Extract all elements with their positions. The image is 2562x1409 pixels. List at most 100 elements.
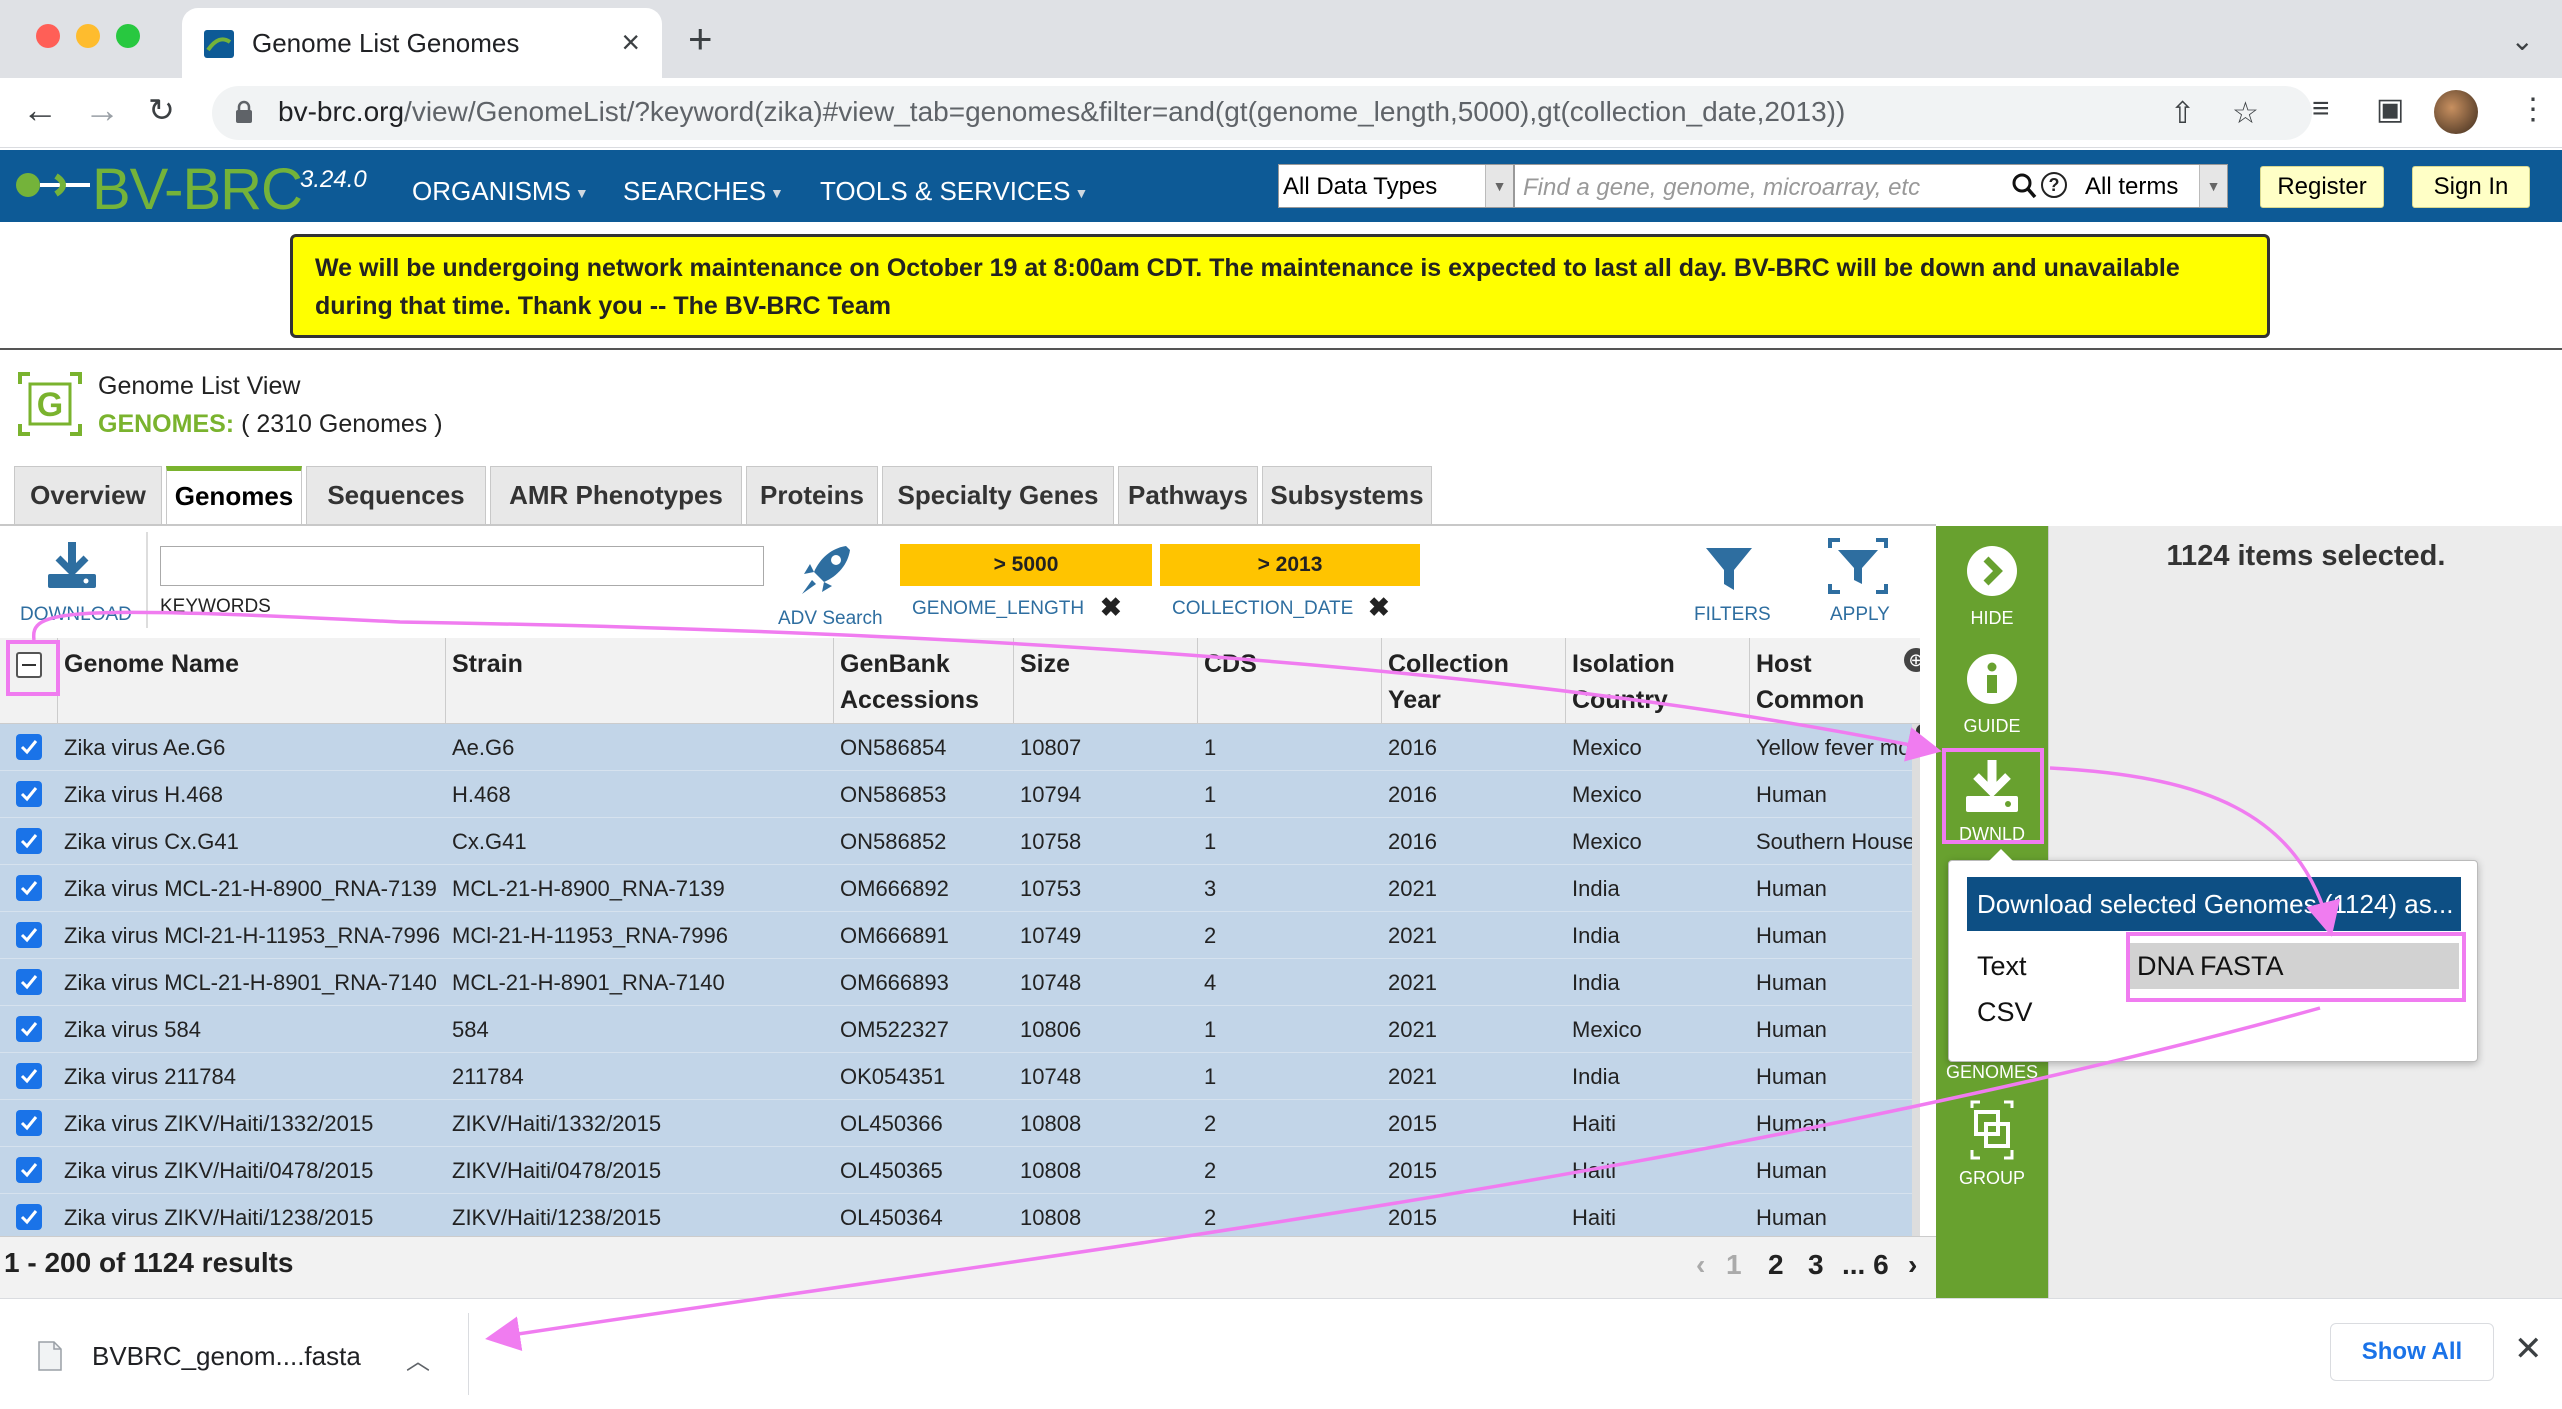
close-shelf-icon[interactable]: ✕: [2514, 1329, 2543, 1369]
download-icon[interactable]: [46, 540, 98, 590]
grid-scrollbar-thumb[interactable]: [1916, 724, 1920, 754]
close-window-button[interactable]: [36, 24, 60, 48]
table-row[interactable]: Zika virus Cx.G41 Cx.G41 ON586852 10758 1 201…: [0, 818, 1920, 865]
omnibox[interactable]: bv-brc.org/view/GenomeList/?keyword(zika…: [212, 86, 2312, 140]
forward-arrow-icon[interactable]: →: [84, 92, 120, 128]
column-header-isolation-country[interactable]: Isolation Country: [1566, 638, 1750, 724]
filter-funnel-icon[interactable]: [1704, 544, 1754, 594]
row-checkbox[interactable]: [16, 875, 42, 901]
row-checkbox[interactable]: [16, 781, 42, 807]
zoom-window-button[interactable]: [116, 24, 140, 48]
sign-in-button[interactable]: Sign In: [2412, 166, 2530, 208]
tab-search-chevron-icon[interactable]: ⌄: [2511, 24, 2534, 57]
chevron-up-icon[interactable]: ︿: [406, 1341, 430, 1376]
remove-filter-icon[interactable]: ✖: [1368, 592, 1390, 623]
close-tab-icon[interactable]: ×: [621, 24, 640, 61]
show-all-button[interactable]: Show All: [2330, 1323, 2494, 1381]
search-icon[interactable]: [2011, 171, 2037, 201]
column-header-host-common-name[interactable]: Host Common Name: [1750, 638, 1920, 724]
adv-search-label[interactable]: ADV Search: [778, 608, 883, 630]
logo-text[interactable]: BV-BRC: [92, 156, 303, 223]
tab-proteins[interactable]: Proteins: [746, 466, 878, 524]
pager-next[interactable]: ›: [1908, 1249, 1917, 1281]
browser-tab[interactable]: Genome List Genomes ×: [182, 8, 662, 78]
nav-organisms[interactable]: ORGANISMS ▼: [412, 176, 589, 207]
pager-page-2[interactable]: 2: [1768, 1249, 1784, 1281]
help-icon[interactable]: ?: [2041, 172, 2067, 198]
filters-label[interactable]: FILTERS: [1694, 604, 1771, 626]
back-arrow-icon[interactable]: ←: [22, 92, 58, 128]
row-checkbox[interactable]: [16, 1204, 42, 1230]
url-text[interactable]: bv-brc.org/view/GenomeList/?keyword(zika…: [278, 96, 1845, 128]
table-row[interactable]: Zika virus ZIKV/Haiti/1238/2015 ZIKV/Hait…: [0, 1194, 1920, 1236]
hide-panel-icon[interactable]: [1936, 544, 2048, 598]
pager-page-last[interactable]: ... 6: [1842, 1249, 1889, 1281]
bvbrc-logo-mark-icon[interactable]: [10, 164, 90, 206]
filter-chip-collection-date[interactable]: > 2013: [1160, 544, 1420, 586]
table-row[interactable]: Zika virus MCl-21-H-11953_RNA-7996 MCl-21…: [0, 912, 1920, 959]
table-row[interactable]: Zika virus MCL-21-H-8900_RNA-7139 MCL-21-…: [0, 865, 1920, 912]
profile-avatar[interactable]: [2434, 90, 2478, 134]
bookmark-star-icon[interactable]: ☆: [2232, 96, 2259, 131]
global-search-input[interactable]: Find a gene, genome, microarray, etc ? A…: [1514, 164, 2228, 208]
remove-filter-icon[interactable]: ✖: [1100, 592, 1122, 623]
row-checkbox[interactable]: [16, 734, 42, 760]
tab-subsystems[interactable]: Subsystems: [1262, 466, 1432, 524]
minimize-window-button[interactable]: [76, 24, 100, 48]
apply-label[interactable]: APPLY: [1830, 604, 1890, 626]
table-row[interactable]: Zika virus ZIKV/Haiti/0478/2015 ZIKV/Hait…: [0, 1147, 1920, 1194]
row-checkbox[interactable]: [16, 1063, 42, 1089]
pager-prev[interactable]: ‹: [1696, 1249, 1705, 1281]
table-row[interactable]: Zika virus H.468 H.468 ON586853 10794 1 2016 M…: [0, 771, 1920, 818]
filter-chip-genome-length[interactable]: > 5000: [900, 544, 1152, 586]
table-row[interactable]: Zika virus MCL-21-H-8901_RNA-7140 MCL-21-…: [0, 959, 1920, 1006]
column-header-cds[interactable]: CDS: [1198, 638, 1382, 724]
tab-amr-phenotypes[interactable]: AMR Phenotypes: [490, 466, 742, 524]
column-header-collection-year[interactable]: Collection Year: [1382, 638, 1566, 724]
reload-icon[interactable]: ↻: [148, 94, 175, 126]
row-checkbox[interactable]: [16, 1157, 42, 1183]
chevron-down-icon[interactable]: ▼: [1485, 165, 1513, 207]
genomes-label[interactable]: GENOMES: [1936, 1062, 2048, 1083]
table-row[interactable]: Zika virus Ae.G6 Ae.G6 ON586854 10807 1 2016 M…: [0, 724, 1920, 771]
terms-select[interactable]: All terms: [2085, 173, 2178, 201]
pager-page-3[interactable]: 3: [1808, 1249, 1824, 1281]
column-header-genbank-accessions[interactable]: GenBank Accessions: [834, 638, 1014, 724]
tab-genomes[interactable]: Genomes: [166, 466, 302, 526]
column-header-genome-name[interactable]: Genome Name: [58, 638, 446, 724]
chevron-down-icon[interactable]: ▼: [2199, 165, 2227, 207]
more-menu-icon[interactable]: ⋮: [2518, 92, 2548, 127]
new-tab-icon[interactable]: +: [688, 18, 713, 60]
row-checkbox[interactable]: [16, 969, 42, 995]
group-label[interactable]: GROUP: [1936, 1168, 2048, 1189]
tab-overview[interactable]: Overview: [14, 466, 162, 524]
guide-label[interactable]: GUIDE: [1936, 716, 2048, 737]
hide-label[interactable]: HIDE: [1936, 608, 2048, 629]
column-header-size[interactable]: Size: [1014, 638, 1198, 724]
share-icon[interactable]: ⇧: [2170, 96, 2195, 131]
rocket-icon[interactable]: [796, 540, 856, 600]
nav-searches[interactable]: SEARCHES ▼: [623, 176, 784, 207]
row-checkbox[interactable]: [16, 1016, 42, 1042]
row-checkbox[interactable]: [16, 1110, 42, 1136]
keywords-input[interactable]: [160, 546, 764, 586]
tab-sequences[interactable]: Sequences: [306, 466, 486, 524]
register-button[interactable]: Register: [2260, 166, 2384, 208]
column-header-strain[interactable]: Strain: [446, 638, 834, 724]
side-panel-icon[interactable]: ▣: [2376, 92, 2404, 127]
data-type-select[interactable]: All Data Types ▼: [1278, 164, 1514, 208]
pager-page-1[interactable]: 1: [1726, 1249, 1742, 1281]
table-row[interactable]: Zika virus 211784 211784 OK054351 10748 1 202…: [0, 1053, 1920, 1100]
download-button-label[interactable]: DOWNLOAD: [20, 604, 132, 626]
tab-pathways[interactable]: Pathways: [1118, 466, 1258, 524]
nav-tools-services[interactable]: TOOLS & SERVICES ▼: [820, 176, 1088, 207]
row-checkbox[interactable]: [16, 828, 42, 854]
reading-list-icon[interactable]: ≡: [2312, 92, 2330, 126]
table-row[interactable]: Zika virus 584 584 OM522327 10806 1 2021 Mexic…: [0, 1006, 1920, 1053]
group-icon[interactable]: [1936, 1100, 2048, 1160]
tab-specialty-genes[interactable]: Specialty Genes: [882, 466, 1114, 524]
downloaded-file-name[interactable]: BVBRC_genom....fasta: [92, 1341, 361, 1372]
grid-scrollbar[interactable]: [1912, 724, 1920, 1236]
guide-info-icon[interactable]: [1936, 652, 2048, 706]
row-checkbox[interactable]: [16, 922, 42, 948]
